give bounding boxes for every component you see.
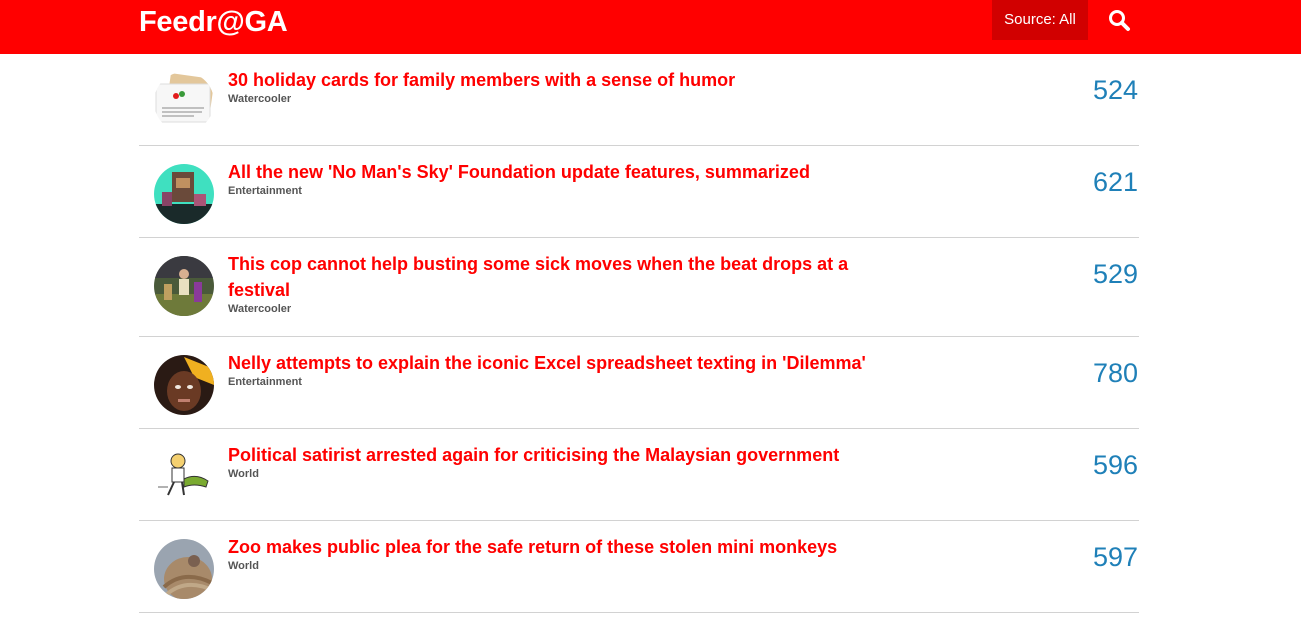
article-count: 596 bbox=[1092, 450, 1138, 480]
article-text: This cop cannot help busting some sick m… bbox=[228, 251, 908, 316]
article-title[interactable]: Political satirist arrested again for cr… bbox=[228, 442, 908, 468]
article-text: All the new 'No Man's Sky' Foundation up… bbox=[228, 159, 908, 198]
article-title[interactable]: This cop cannot help busting some sick m… bbox=[228, 251, 908, 303]
article-count: 621 bbox=[1092, 167, 1138, 197]
article-category: Watercooler bbox=[228, 303, 292, 315]
article-text: Nelly attempts to explain the iconic Exc… bbox=[228, 350, 908, 389]
article-category: Watercooler bbox=[228, 93, 292, 105]
person-photo-thumbnail bbox=[154, 355, 214, 415]
article-count: 780 bbox=[1092, 358, 1138, 388]
article-row[interactable]: 30 holiday cards for family members with… bbox=[139, 54, 1139, 146]
article-row[interactable]: Political satirist arrested again for cr… bbox=[139, 429, 1139, 521]
article-category: Entertainment bbox=[228, 185, 302, 197]
article-feed: 30 holiday cards for family members with… bbox=[139, 54, 1139, 613]
article-row[interactable]: Zoo makes public plea for the safe retur… bbox=[139, 521, 1139, 613]
article-category: Entertainment bbox=[228, 376, 302, 388]
monkey-photo-thumbnail bbox=[154, 539, 214, 599]
article-text: Zoo makes public plea for the safe retur… bbox=[228, 534, 908, 573]
source-filter-button[interactable]: Source: All bbox=[992, 0, 1088, 40]
top-bar: Feedr@GA Source: All bbox=[0, 0, 1301, 54]
holiday-card-thumbnail bbox=[154, 72, 214, 132]
article-row[interactable]: All the new 'No Man's Sky' Foundation up… bbox=[139, 146, 1139, 238]
brand-logo[interactable]: Feedr@GA bbox=[139, 5, 288, 39]
article-count: 529 bbox=[1092, 259, 1138, 289]
article-title[interactable]: Nelly attempts to explain the iconic Exc… bbox=[228, 350, 908, 376]
festival-photo-thumbnail bbox=[154, 256, 214, 316]
article-row[interactable]: Nelly attempts to explain the iconic Exc… bbox=[139, 337, 1139, 429]
article-text: 30 holiday cards for family members with… bbox=[228, 67, 908, 106]
article-text: Political satirist arrested again for cr… bbox=[228, 442, 908, 481]
article-count: 597 bbox=[1092, 542, 1138, 572]
game-screenshot-thumbnail bbox=[154, 164, 214, 224]
cartoon-thumbnail bbox=[154, 447, 214, 507]
article-category: World bbox=[228, 560, 259, 572]
article-title[interactable]: 30 holiday cards for family members with… bbox=[228, 67, 908, 93]
search-icon[interactable] bbox=[1105, 6, 1133, 34]
article-category: World bbox=[228, 468, 259, 480]
article-title[interactable]: All the new 'No Man's Sky' Foundation up… bbox=[228, 159, 908, 185]
article-count: 524 bbox=[1092, 75, 1138, 105]
article-row[interactable]: This cop cannot help busting some sick m… bbox=[139, 238, 1139, 337]
article-title[interactable]: Zoo makes public plea for the safe retur… bbox=[228, 534, 908, 560]
